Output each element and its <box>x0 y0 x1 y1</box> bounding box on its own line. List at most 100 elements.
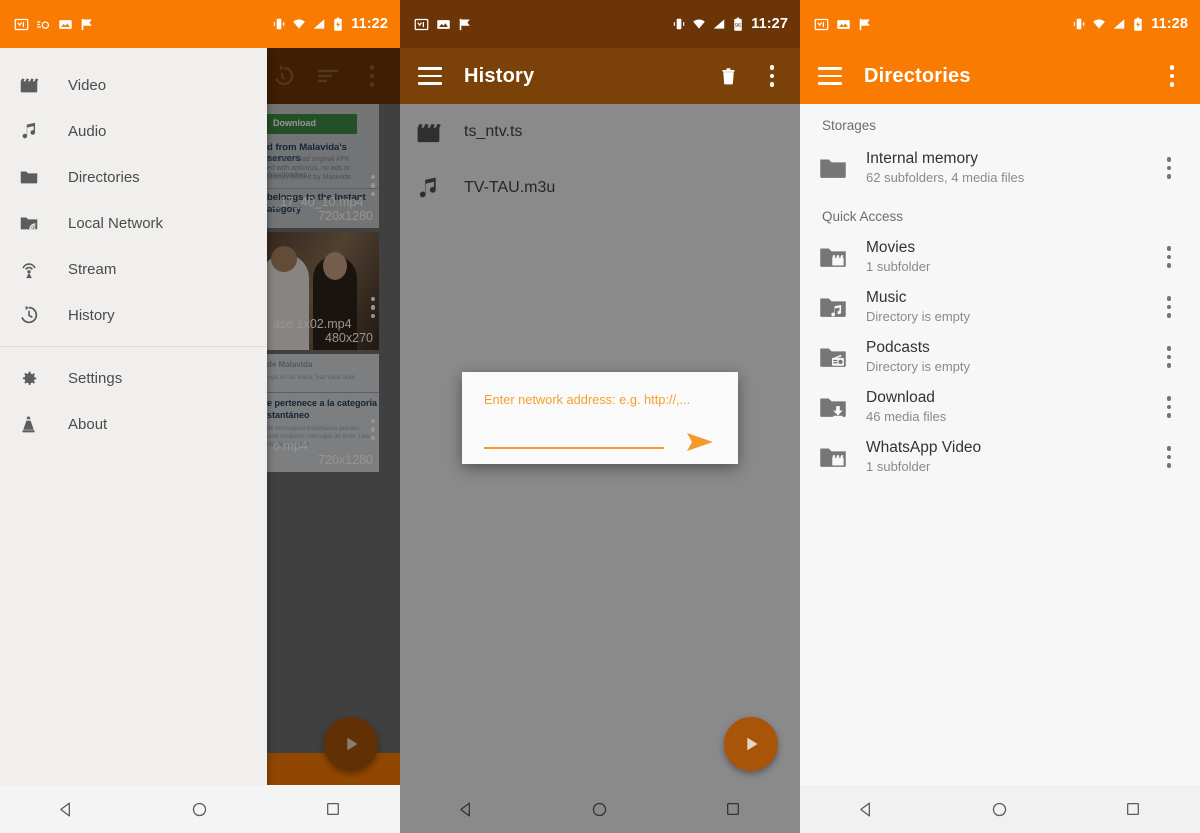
section-header-quick-access: Quick Access <box>822 209 904 224</box>
folder-download-icon <box>816 390 866 424</box>
vibrate-icon <box>1073 18 1085 30</box>
gmail-icon <box>814 18 829 30</box>
panel-directories: 11:28 Directories Storages Internal memo… <box>800 0 1200 833</box>
photos-icon <box>59 19 72 29</box>
list-item[interactable]: Music Directory is empty <box>800 282 1200 332</box>
system-navigation-bar <box>800 785 1200 833</box>
list-item[interactable]: Download 46 media files <box>800 382 1200 432</box>
item-overflow-menu[interactable] <box>1152 246 1186 268</box>
status-bar: 11:28 <box>800 0 1200 48</box>
wifi-icon <box>293 19 306 29</box>
item-overflow-menu[interactable] <box>1152 296 1186 318</box>
panel-history: 96 11:27 History ts_ntv.ts TV-TAU.m3u En… <box>400 0 800 833</box>
hamburger-icon <box>818 67 842 85</box>
send-arrow-icon <box>687 433 713 451</box>
list-item-title: ts_ntv.ts <box>464 123 523 140</box>
stream-antenna-icon <box>18 258 68 280</box>
list-item-subtitle: 62 subfolders, 4 media files <box>866 169 1025 185</box>
recents-button[interactable] <box>1098 785 1168 833</box>
status-left-icons <box>814 17 873 32</box>
vibrate-icon <box>273 18 285 30</box>
drawer-divider <box>0 346 267 347</box>
overflow-menu-button[interactable] <box>752 54 792 98</box>
back-icon <box>460 801 471 817</box>
sidebar-item-label: About <box>68 415 108 433</box>
home-icon <box>993 802 1007 816</box>
music-note-icon <box>414 174 464 202</box>
recents-button[interactable] <box>698 785 768 833</box>
signal-icon <box>713 19 725 29</box>
sidebar-item-local-network[interactable]: Local Network <box>0 200 267 246</box>
item-overflow-menu[interactable] <box>1152 346 1186 368</box>
status-left-icons <box>414 17 473 32</box>
sidebar-item-video[interactable]: Video <box>0 62 267 108</box>
list-item-title: Internal memory <box>866 150 978 168</box>
item-overflow-menu[interactable] <box>1152 396 1186 418</box>
delete-trash-icon <box>721 67 735 84</box>
home-button[interactable] <box>165 785 235 833</box>
status-bar: 96 11:27 <box>400 0 800 48</box>
back-button[interactable] <box>32 785 102 833</box>
back-icon <box>860 801 871 817</box>
system-navigation-bar <box>0 785 400 833</box>
list-item-title: Movies <box>866 239 916 257</box>
gmail-icon <box>14 18 29 30</box>
page-title: Directories <box>864 64 971 87</box>
signal-icon <box>1113 19 1125 29</box>
home-button[interactable] <box>965 785 1035 833</box>
sidebar-item-settings[interactable]: Settings <box>0 355 267 401</box>
network-address-hint: Enter network address: e.g. http://,... <box>484 392 691 407</box>
gear-icon <box>18 368 68 389</box>
list-item-subtitle: 1 subfolder <box>866 258 931 274</box>
folder-movie-icon <box>816 440 866 474</box>
home-icon <box>193 802 207 816</box>
folder-icon <box>816 151 866 185</box>
app-toolbar: History <box>400 48 800 104</box>
list-item[interactable]: ts_ntv.ts <box>400 104 800 160</box>
delete-history-button[interactable] <box>708 54 748 98</box>
sidebar-item-stream[interactable]: Stream <box>0 246 267 292</box>
send-button[interactable] <box>680 427 720 457</box>
list-item[interactable]: WhatsApp Video 1 subfolder <box>800 432 1200 482</box>
hamburger-icon <box>418 67 442 85</box>
overflow-menu-button[interactable] <box>1152 54 1192 98</box>
flag-check-icon <box>81 18 92 30</box>
battery-charging-icon <box>1134 17 1142 31</box>
drawer-menu-button[interactable] <box>810 54 850 98</box>
section-header-storages: Storages <box>822 118 877 133</box>
sidebar-item-audio[interactable]: Audio <box>0 108 267 154</box>
screenshot-root: Download d from Malavida's servers eck d… <box>0 0 1200 833</box>
item-overflow-menu[interactable] <box>1152 446 1186 468</box>
recents-button[interactable] <box>298 785 368 833</box>
status-right-icons: 11:22 <box>272 16 388 32</box>
list-item-title: WhatsApp Video <box>866 439 982 457</box>
network-address-input[interactable] <box>484 447 664 449</box>
history-list: ts_ntv.ts TV-TAU.m3u <box>400 104 800 216</box>
back-button[interactable] <box>832 785 902 833</box>
sidebar-item-history[interactable]: History <box>0 292 267 338</box>
list-item-subtitle: 1 subfolder <box>866 458 931 474</box>
camera-settings-icon <box>37 20 50 29</box>
drawer-menu-button[interactable] <box>410 54 450 98</box>
photos-icon <box>837 19 850 29</box>
list-item[interactable]: Podcasts Directory is empty <box>800 332 1200 382</box>
gmail-icon <box>414 18 429 30</box>
item-overflow-menu[interactable] <box>1152 157 1186 179</box>
status-time: 11:27 <box>751 16 788 32</box>
drawer-scrim[interactable] <box>267 48 400 833</box>
signal-icon <box>313 19 325 29</box>
sidebar-item-directories[interactable]: Directories <box>0 154 267 200</box>
history-clock-icon <box>18 304 68 326</box>
list-item[interactable]: Internal memory 62 subfolders, 4 media f… <box>800 141 1200 195</box>
vibrate-icon <box>673 18 685 30</box>
list-item[interactable]: Movies 1 subfolder <box>800 232 1200 282</box>
list-item[interactable]: TV-TAU.m3u <box>400 160 800 216</box>
home-button[interactable] <box>565 785 635 833</box>
status-left-icons <box>14 17 95 32</box>
network-address-dialog: Enter network address: e.g. http://,... <box>462 372 738 464</box>
play-fab[interactable] <box>724 717 778 771</box>
movie-clapper-icon <box>18 74 68 96</box>
back-button[interactable] <box>432 785 502 833</box>
sidebar-item-about[interactable]: About <box>0 401 267 447</box>
page-title: History <box>464 64 535 87</box>
